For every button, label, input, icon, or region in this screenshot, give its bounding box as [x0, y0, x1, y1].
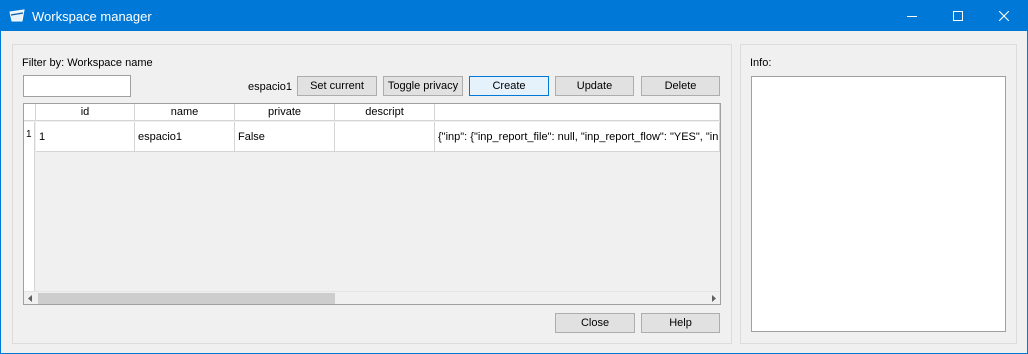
cell-config[interactable]: {"inp": {"inp_report_file": null, "inp_r…	[435, 122, 720, 152]
scrollbar-thumb[interactable]	[38, 293, 335, 304]
column-header-descript[interactable]: descript	[335, 104, 435, 121]
minimize-button[interactable]	[889, 1, 935, 31]
info-label: Info:	[750, 57, 772, 69]
create-button[interactable]: Create	[469, 76, 549, 96]
row-header-column	[24, 122, 35, 292]
delete-button[interactable]: Delete	[641, 76, 720, 96]
column-header-config[interactable]	[435, 104, 720, 121]
window-title: Workspace manager	[32, 9, 152, 24]
scroll-left-icon[interactable]	[24, 292, 37, 304]
close-icon	[999, 11, 1009, 21]
column-header-private[interactable]: private	[235, 104, 335, 121]
workspace-table[interactable]: id name private descript 1 1 espacio1 Fa…	[23, 103, 721, 305]
column-header-id[interactable]: id	[36, 104, 135, 121]
info-textbox[interactable]	[751, 76, 1006, 332]
toggle-privacy-button[interactable]: Toggle privacy	[383, 76, 463, 96]
table-corner	[24, 104, 36, 121]
cell-descript[interactable]	[335, 122, 435, 152]
app-icon	[9, 9, 25, 23]
cell-name[interactable]: espacio1	[135, 122, 235, 152]
horizontal-scrollbar[interactable]	[24, 291, 720, 304]
column-header-name[interactable]: name	[135, 104, 235, 121]
close-window-button[interactable]	[981, 1, 1027, 31]
title-bar[interactable]: Workspace manager	[1, 1, 1027, 31]
current-workspace-label: espacio1	[248, 81, 293, 93]
help-button[interactable]: Help	[641, 313, 720, 333]
filter-input[interactable]	[23, 75, 131, 97]
close-button[interactable]: Close	[555, 313, 635, 333]
maximize-button[interactable]	[935, 1, 981, 31]
minimize-icon	[907, 16, 917, 17]
workspace-manager-window: Workspace manager Filter by: Workspace n…	[0, 0, 1028, 354]
maximize-icon	[953, 11, 963, 21]
row-number[interactable]: 1	[26, 129, 32, 140]
update-button[interactable]: Update	[555, 76, 634, 96]
scroll-right-icon[interactable]	[707, 292, 720, 304]
cell-private[interactable]: False	[235, 122, 335, 152]
cell-id[interactable]: 1	[36, 122, 135, 152]
filter-label: Filter by: Workspace name	[22, 57, 153, 69]
set-current-button[interactable]: Set current	[297, 76, 377, 96]
